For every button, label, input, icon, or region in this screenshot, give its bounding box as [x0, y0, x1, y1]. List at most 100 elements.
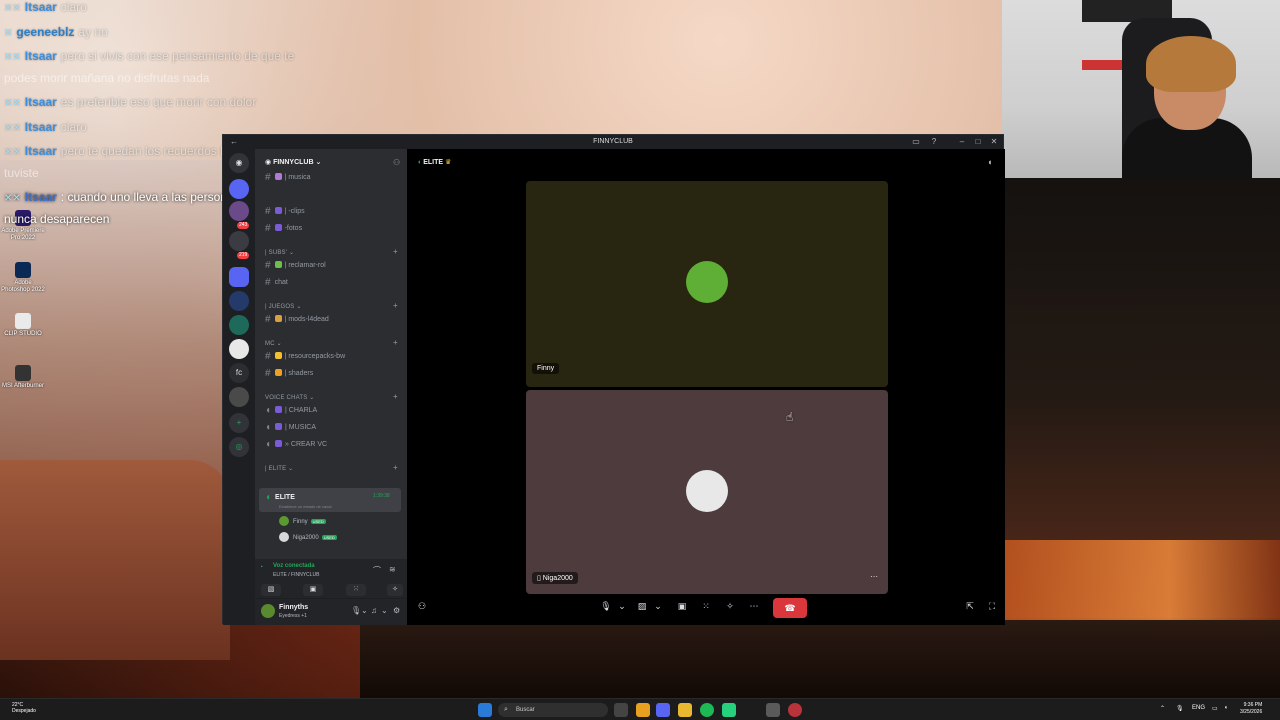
server-icon[interactable]	[229, 231, 249, 251]
category-subs[interactable]: | SUBS' ⌄	[265, 249, 294, 256]
taskbar-search[interactable]: ⌕ Buscar	[498, 703, 608, 717]
activity-icon[interactable]: ⚇	[415, 601, 429, 612]
server-icon-fc[interactable]: fc	[229, 363, 249, 383]
chevron-down-icon[interactable]: ⌄	[381, 606, 388, 615]
add-channel-icon[interactable]: +	[393, 247, 398, 256]
help-icon[interactable]: ?	[929, 137, 939, 147]
more-icon[interactable]: ⋯	[747, 601, 761, 612]
signal-icon: ◔	[259, 564, 264, 571]
camera-button[interactable]: ▧	[261, 584, 281, 596]
add-member-icon[interactable]: ⚇	[393, 158, 400, 167]
server-icon[interactable]	[229, 201, 249, 221]
file-explorer-icon[interactable]	[678, 703, 692, 717]
microphone-icon[interactable]: 🎙︎	[599, 601, 613, 612]
screen-share-icon[interactable]: ▣	[675, 601, 689, 612]
popout-icon[interactable]: ⇱	[963, 601, 977, 612]
server-icon[interactable]	[229, 179, 249, 199]
desktop-icon-photoshop[interactable]: Adobe Photoshop 2022	[0, 262, 46, 293]
chevron-down-icon[interactable]: ⌄	[361, 606, 368, 615]
channel-label: | -clips	[284, 208, 305, 215]
soundboard-icon[interactable]: ✧	[723, 601, 737, 612]
chat-message: ✕✕ Itsaar es preferible eso que morir con …	[4, 95, 256, 109]
screen-share-button[interactable]: ▣	[303, 584, 323, 596]
chat-bubble-icon[interactable]: ◖	[987, 157, 992, 167]
discord-icon[interactable]	[656, 703, 670, 717]
voice-channel-item[interactable]: ◖ | CHARLA	[265, 405, 317, 416]
more-options-icon[interactable]: ⋯	[870, 572, 878, 581]
category-juegos[interactable]: | JUEGOS ⌄	[265, 303, 302, 310]
server-folder-icon[interactable]	[229, 267, 249, 287]
participant-tile[interactable]: Finny	[526, 181, 888, 387]
add-server-icon[interactable]: +	[229, 413, 249, 433]
gear-icon[interactable]: ⚙	[393, 606, 400, 615]
member-name: Niga2000	[293, 535, 319, 541]
taskbar-clock[interactable]: 9:36 PM 3/25/2026	[1240, 702, 1262, 715]
disconnect-icon[interactable]: ⌒	[373, 565, 381, 576]
add-channel-icon[interactable]: +	[393, 338, 398, 347]
hang-up-button[interactable]: ☎	[773, 598, 807, 618]
avatar[interactable]	[261, 604, 275, 618]
add-channel-icon[interactable]: +	[393, 463, 398, 472]
activities-icon[interactable]: ⁙	[699, 601, 713, 612]
activities-button[interactable]: ⁙	[346, 584, 366, 596]
voice-channel-item[interactable]: ◖ | MUSICA	[265, 422, 316, 433]
soundboard-button[interactable]: ✧	[387, 584, 403, 596]
microphone-tray-icon[interactable]: 🎙︎	[1176, 705, 1184, 712]
chevron-up-icon[interactable]: ⌄	[615, 601, 629, 612]
server-icon[interactable]	[229, 315, 249, 335]
channel-item[interactable]: # | resourcepacks-bw	[265, 351, 345, 362]
participant-tile[interactable]: ▯ Niga2000 ⋯	[526, 390, 888, 594]
discord-window: ← FINNYCLUB ▭ ? – □ ✕ ◉ 243 219 fc + ◎ ◉…	[222, 134, 1005, 625]
channel-status-prompt[interactable]: Establece un estado de canal	[279, 504, 331, 509]
channel-item[interactable]: # chat	[265, 277, 288, 288]
discord-home-icon[interactable]: ◉	[229, 153, 249, 173]
active-voice-channel[interactable]: ◖ ELITE	[265, 492, 295, 503]
voice-member[interactable]: Finny USED	[279, 516, 326, 526]
chevron-up-icon[interactable]: ⌃	[1160, 705, 1165, 712]
network-icon[interactable]: ▭	[1212, 705, 1218, 712]
voice-channel-item[interactable]: ◖ » CREAR VC	[265, 439, 327, 450]
desktop-icon-afterburner[interactable]: MSI Afterburner	[0, 365, 46, 390]
headphones-icon[interactable]: ♫	[371, 606, 377, 615]
discover-icon[interactable]: ◎	[229, 437, 249, 457]
add-channel-icon[interactable]: +	[393, 392, 398, 401]
channel-item[interactable]: # | mods-l4dead	[265, 314, 329, 325]
category-mc[interactable]: MC ⌄	[265, 340, 282, 347]
server-icon[interactable]	[229, 291, 249, 311]
channel-item[interactable]: # | -clips	[265, 206, 305, 217]
add-channel-icon[interactable]: +	[393, 301, 398, 310]
server-name[interactable]: ◉ FINNYCLUB ⌄	[265, 158, 321, 166]
channel-item[interactable]: # | reclamar-rol	[265, 260, 326, 271]
language-indicator[interactable]: ENG	[1192, 705, 1205, 711]
chrome-icon[interactable]	[636, 703, 650, 717]
microphone-icon[interactable]: 🎙︎	[351, 606, 361, 615]
channel-item[interactable]: # -fotos	[265, 223, 302, 234]
chat-message: ✕ geeneeblz ay no	[4, 25, 108, 39]
category-elite[interactable]: | ELITE ⌄	[265, 465, 293, 472]
maximize-icon[interactable]: □	[973, 137, 983, 147]
desktop-icon-clipstudio[interactable]: CLIP STUDIO	[0, 313, 46, 338]
server-icon[interactable]	[229, 339, 249, 359]
username[interactable]: Finnyths	[279, 604, 308, 611]
category-voice[interactable]: VOICE CHATS ⌄	[265, 394, 315, 401]
volume-icon[interactable]: ◖	[1224, 705, 1228, 711]
fullscreen-icon[interactable]: ⛶	[985, 601, 999, 612]
inbox-icon[interactable]: ▭	[911, 137, 921, 147]
app-icon[interactable]	[788, 703, 802, 717]
app-icon[interactable]	[722, 703, 736, 717]
channel-item[interactable]: # | shaders	[265, 368, 313, 379]
spotify-icon[interactable]	[700, 703, 714, 717]
camera-off-icon[interactable]: ▨	[635, 601, 649, 612]
chevron-up-icon[interactable]: ⌄	[651, 601, 665, 612]
app-icon[interactable]	[766, 703, 780, 717]
close-icon[interactable]: ✕	[989, 137, 999, 147]
channel-item[interactable]: # | musica	[265, 172, 311, 183]
taskview-icon[interactable]	[614, 703, 628, 717]
start-icon[interactable]	[478, 703, 492, 717]
noise-suppression-icon[interactable]: ≋	[389, 565, 396, 574]
weather-widget[interactable]: 22°C Despejado	[12, 702, 36, 714]
voice-status[interactable]: Voz conectada	[273, 563, 315, 569]
server-icon[interactable]	[229, 387, 249, 407]
minimize-icon[interactable]: –	[957, 137, 967, 147]
voice-member[interactable]: Niga2000 USED	[279, 532, 337, 542]
